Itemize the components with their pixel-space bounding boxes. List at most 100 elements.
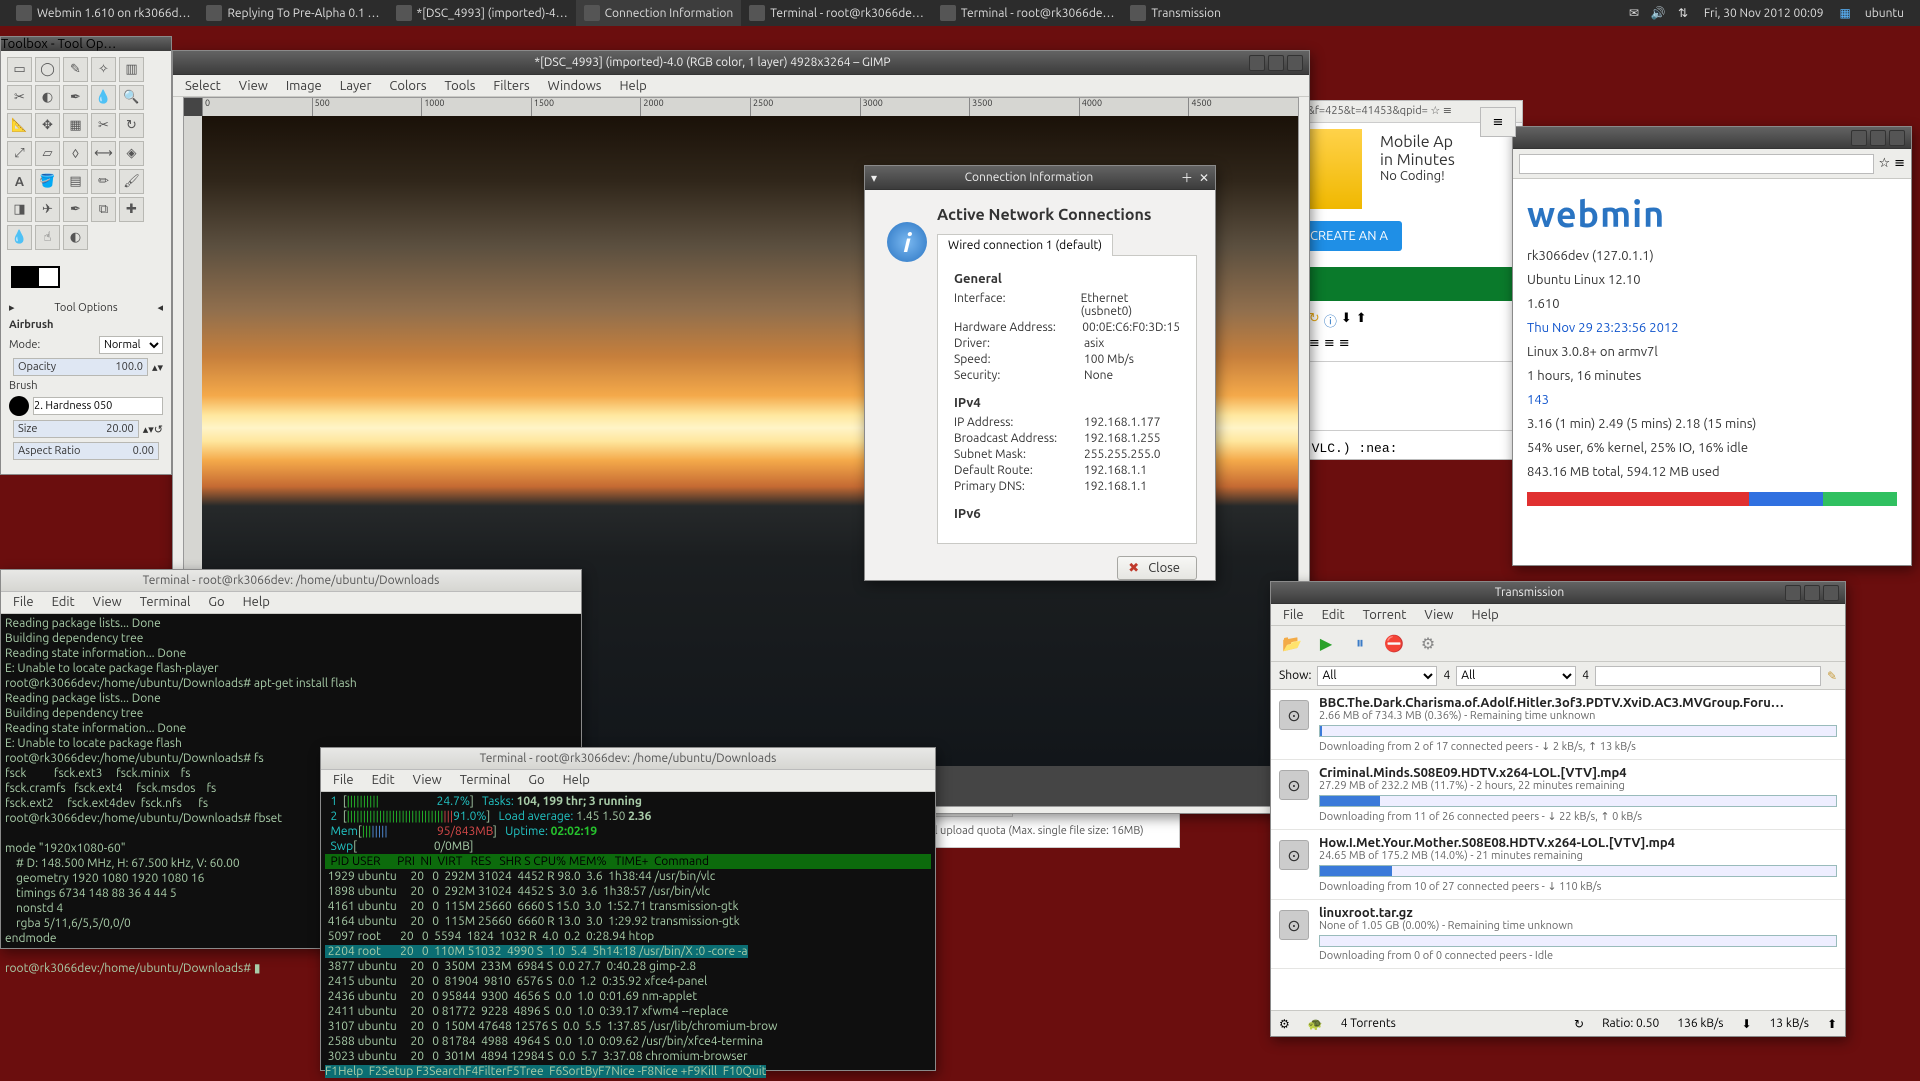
menu-file[interactable]: File <box>1275 606 1312 624</box>
tool-zoom[interactable]: 🔍 <box>119 85 144 110</box>
align-icon[interactable]: ≡ <box>1339 336 1350 351</box>
tool-paths[interactable]: ✒ <box>63 85 88 110</box>
menu-layer[interactable]: Layer <box>332 77 380 95</box>
menu-go[interactable]: Go <box>200 593 232 612</box>
search-input[interactable] <box>1595 666 1821 686</box>
panel-task[interactable]: Connection Information <box>576 0 742 26</box>
torrent-item[interactable]: ⊙Criminal.Minds.S08E09.HDTV.x264-LOL.[VT… <box>1271 760 1845 830</box>
tool-free-select[interactable]: ✎ <box>63 57 88 82</box>
menu-windows[interactable]: Windows <box>540 77 610 95</box>
maximize-icon[interactable] <box>1870 130 1886 146</box>
tool-perspective[interactable]: ◊ <box>63 141 88 166</box>
torrent-item[interactable]: ⊙How.I.Met.Your.Mother.S08E08.HDTV.x264-… <box>1271 830 1845 900</box>
stepper-icon[interactable]: ▴▾ <box>143 423 154 436</box>
opacity-slider[interactable]: Opacity100.0 <box>13 358 148 376</box>
titlebar[interactable]: Terminal - root@rk3066dev: /home/ubuntu/… <box>1 570 581 592</box>
tool-foreground[interactable]: ◐ <box>35 85 60 110</box>
tool-scissors[interactable]: ✂ <box>7 85 32 110</box>
tool-ink[interactable]: ✒ <box>63 197 88 222</box>
panel-task[interactable]: Terminal - root@rk3066de… <box>932 0 1123 26</box>
menu-view[interactable]: View <box>405 771 450 790</box>
tool-move[interactable]: ✥ <box>35 113 60 138</box>
stepper-icon[interactable]: ▴▾ <box>152 361 163 374</box>
omnibox[interactable] <box>1519 154 1874 174</box>
tool-cage[interactable]: ◈ <box>119 141 144 166</box>
titlebar[interactable]: Terminal - root@rk3066dev: /home/ubuntu/… <box>321 748 935 770</box>
mail-icon[interactable]: ✉ <box>1623 6 1645 20</box>
network-indicator-icon[interactable]: ⇅ <box>1672 6 1694 20</box>
panel-task[interactable]: Replying To Pre-Alpha 0.1 … <box>198 0 387 26</box>
menu-colors[interactable]: Colors <box>381 77 434 95</box>
tool-paintbrush[interactable]: 🖌 <box>119 169 144 194</box>
tool-scale[interactable]: ⤢ <box>7 141 32 166</box>
menu-edit[interactable]: Edit <box>44 593 83 612</box>
tool-smudge[interactable]: ☝ <box>35 225 60 250</box>
pause-icon[interactable]: ⏸ <box>1347 631 1373 657</box>
titlebar[interactable] <box>1513 127 1911 149</box>
menu-help[interactable]: Help <box>611 77 654 95</box>
minimize-icon[interactable] <box>1851 130 1867 146</box>
menu-edit[interactable]: Edit <box>364 771 403 790</box>
maximize-icon[interactable] <box>1268 55 1284 71</box>
torrent-item[interactable]: ⊙BBC.The.Dark.Charisma.of.Adolf.Hitler.3… <box>1271 690 1845 760</box>
gear-icon[interactable]: ⚙ <box>1279 1017 1290 1031</box>
menu-tools[interactable]: Tools <box>437 77 484 95</box>
menu-view[interactable]: View <box>231 77 276 95</box>
open-icon[interactable]: 📂 <box>1279 631 1305 657</box>
color-swatches[interactable] <box>1 254 171 295</box>
connection-tab[interactable]: Wired connection 1 (default) <box>937 234 1113 256</box>
reset-icon[interactable]: ↺ <box>154 423 163 436</box>
tool-airbrush[interactable]: ✈ <box>35 197 60 222</box>
minimize-icon[interactable] <box>1785 585 1801 601</box>
panel-task[interactable]: Terminal - root@rk3066de… <box>741 0 932 26</box>
minimize-icon[interactable] <box>1249 55 1265 71</box>
expand-icon[interactable]: ＋ <box>1181 169 1193 186</box>
menu-filters[interactable]: Filters <box>485 77 537 95</box>
menu-file[interactable]: File <box>325 771 362 790</box>
panel-task[interactable]: Webmin 1.610 on rk3066d… <box>8 0 198 26</box>
create-button[interactable]: CREATE AN A <box>1296 221 1402 251</box>
tool-dodge[interactable]: ◐ <box>63 225 88 250</box>
toolbar-icon[interactable]: ↻ <box>1309 311 1320 330</box>
tool-crop[interactable]: ✂ <box>91 113 116 138</box>
menu-image[interactable]: Image <box>278 77 330 95</box>
menu-edit[interactable]: Edit <box>1314 606 1353 624</box>
menu-icon[interactable]: ≡ <box>1894 156 1905 171</box>
tool-heal[interactable]: ✚ <box>119 197 144 222</box>
remove-icon[interactable]: ⛔ <box>1381 631 1407 657</box>
menu-view[interactable]: View <box>85 593 130 612</box>
menu-terminal[interactable]: Terminal <box>132 593 199 612</box>
user-menu[interactable]: ubuntu <box>1857 7 1912 20</box>
torrent-item[interactable]: ⊙linuxroot.tar.gzNone of 1.05 GB (0.00%)… <box>1271 900 1845 969</box>
htop-selected-row[interactable]: 2204 root 20 0 110M 51032 4990 S 1.0 5.4… <box>325 945 748 958</box>
volume-icon[interactable]: 🔊 <box>1645 6 1672 20</box>
toolbar-icon[interactable]: ⬆ <box>1356 311 1367 330</box>
close-button[interactable]: Close <box>1117 556 1197 580</box>
terminal-output[interactable]: 1 [|||||||||| 24.7%] Tasks: 104, 199 thr… <box>321 792 935 1081</box>
filter-tracker[interactable]: All <box>1456 666 1576 686</box>
procs-link[interactable]: 143 <box>1527 388 1897 412</box>
menu-go[interactable]: Go <box>520 771 552 790</box>
menu-help[interactable]: Help <box>235 593 278 612</box>
titlebar[interactable]: ▾ Connection Information ＋ ✕ <box>865 166 1215 190</box>
maximize-icon[interactable] <box>1804 585 1820 601</box>
align-icon[interactable]: ≡ <box>1324 336 1335 351</box>
menu-help[interactable]: Help <box>1464 606 1507 624</box>
close-icon[interactable] <box>1287 55 1303 71</box>
titlebar[interactable]: Transmission <box>1271 582 1845 604</box>
menu-view[interactable]: View <box>1416 606 1461 624</box>
titlebar[interactable]: *[DSC_4993] (imported)-4.0 (RGB color, 1… <box>173 51 1309 75</box>
display-icon[interactable]: ▦ <box>1834 6 1857 20</box>
menu-select[interactable]: Select <box>177 77 229 95</box>
menu-file[interactable]: File <box>5 593 42 612</box>
close-icon[interactable]: ✕ <box>1199 171 1209 185</box>
tool-ellipse-select[interactable]: ◯ <box>35 57 60 82</box>
tool-pencil[interactable]: ✏ <box>91 169 116 194</box>
tool-bucket[interactable]: 🪣 <box>35 169 60 194</box>
tool-measure[interactable]: 📐 <box>7 113 32 138</box>
tool-rotate[interactable]: ↻ <box>119 113 144 138</box>
panel-task[interactable]: Transmission <box>1122 0 1229 26</box>
menu-icon[interactable]: ≡ <box>1480 107 1516 137</box>
tool-align[interactable]: ▦ <box>63 113 88 138</box>
menu-help[interactable]: Help <box>555 771 598 790</box>
